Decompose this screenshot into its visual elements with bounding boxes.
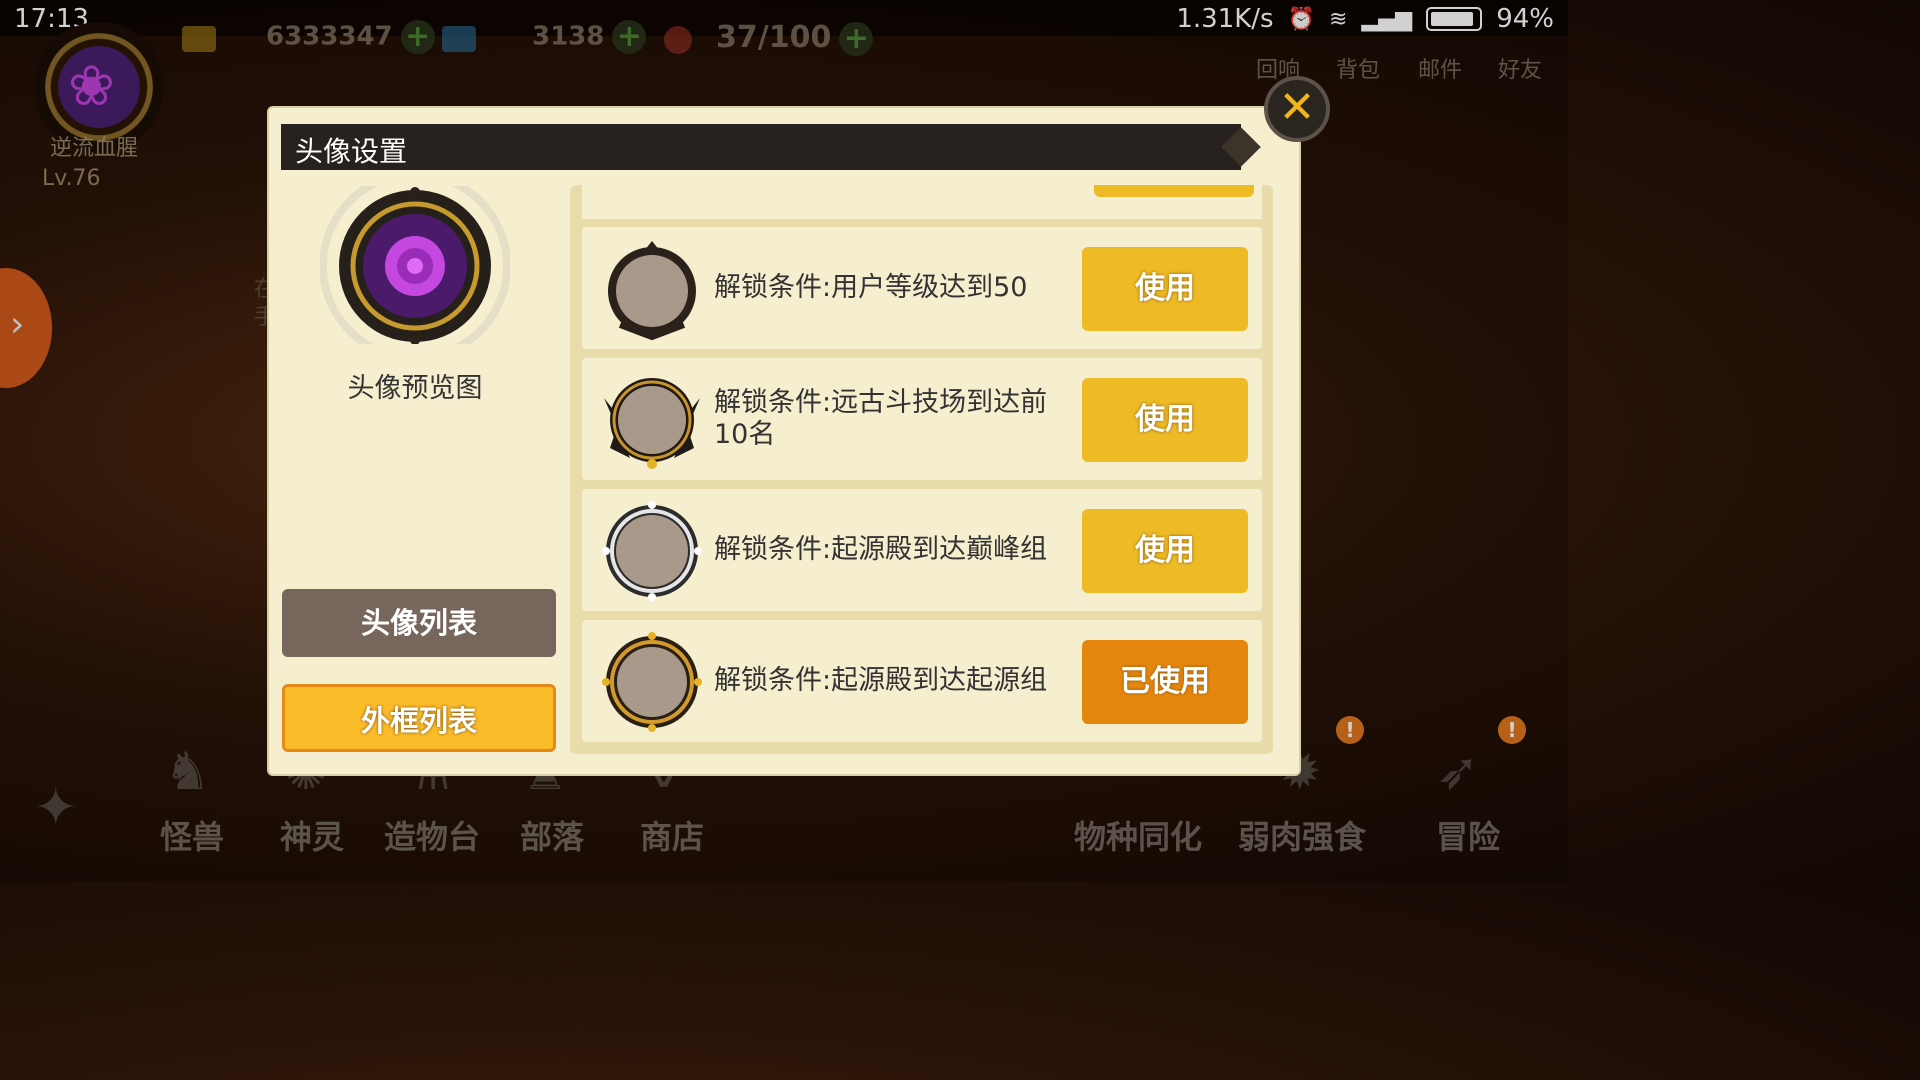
unlock-condition: 解锁条件:起源殿到达起源组: [714, 665, 1048, 696]
list-item: 解锁条件:起源殿到达巅峰组 使用: [582, 489, 1262, 611]
frame-icon: [602, 501, 702, 601]
use-button-partial[interactable]: [1094, 185, 1254, 197]
preview-caption: 头像预览图: [347, 373, 483, 404]
close-icon: ✕: [1278, 82, 1316, 133]
use-button[interactable]: 使用: [1082, 247, 1248, 331]
frame-list[interactable]: 解锁条件:用户等级达到50 使用 解锁条件:远古斗技场到达前10名 使用 解锁条…: [570, 185, 1273, 754]
unlock-condition: 解锁条件:起源殿到达巅峰组: [714, 534, 1048, 565]
tab-frame-list[interactable]: 外框列表: [282, 684, 556, 752]
list-item: 解锁条件:起源殿到达起源组 已使用: [582, 620, 1262, 742]
dialog-title: 头像设置: [295, 135, 408, 168]
in-use-button[interactable]: 已使用: [1082, 640, 1248, 724]
use-button[interactable]: 使用: [1082, 378, 1248, 462]
dialog-title-bar: 头像设置: [281, 124, 1241, 170]
tab-avatar-list[interactable]: 头像列表: [282, 589, 556, 657]
preview-frame-icon: [320, 186, 510, 344]
frame-icon: [602, 632, 702, 732]
avatar-preview: [320, 186, 510, 344]
unlock-condition: 解锁条件:用户等级达到50: [714, 272, 1028, 303]
unlock-condition: 解锁条件:远古斗技场到达前10名: [714, 387, 1048, 450]
frame-icon: [608, 241, 696, 341]
list-item-partial: [582, 185, 1262, 219]
frame-icon: [604, 378, 700, 469]
list-item: 解锁条件:用户等级达到50 使用: [582, 227, 1262, 349]
close-button[interactable]: ✕: [1264, 76, 1330, 142]
list-item: 解锁条件:远古斗技场到达前10名 使用: [582, 358, 1262, 480]
use-button[interactable]: 使用: [1082, 509, 1248, 593]
